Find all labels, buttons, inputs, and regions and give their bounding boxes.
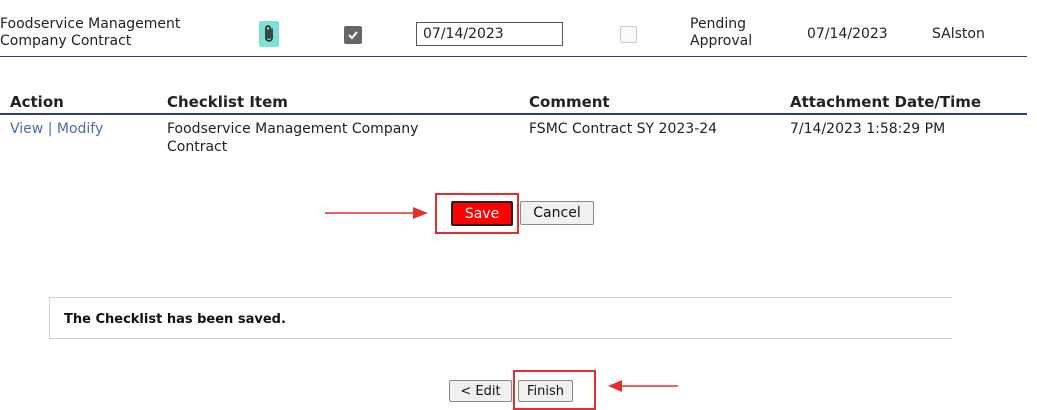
date-input[interactable]	[416, 22, 563, 46]
row-divider	[0, 56, 1027, 57]
save-button[interactable]: Save	[451, 201, 513, 226]
header-attachment-datetime: Attachment Date/Time	[790, 93, 982, 111]
edit-button[interactable]: < Edit	[449, 380, 512, 402]
annotation-arrow-finish	[608, 380, 678, 392]
action-separator: |	[47, 121, 53, 137]
annotation-box-finish	[513, 370, 596, 410]
paperclip-icon[interactable]	[259, 21, 279, 47]
header-comment: Comment	[529, 93, 610, 111]
status-text: Pending Approval	[690, 16, 753, 49]
table-row-actions: View | Modify	[10, 120, 103, 138]
saved-message: The Checklist has been saved.	[64, 312, 286, 327]
user-name: SAlston	[932, 26, 985, 42]
checklist-item-name: Foodservice Management Company Contract	[0, 16, 181, 49]
header-checklist-item: Checklist Item	[167, 93, 288, 111]
table-header-divider	[0, 113, 1027, 115]
approval-checkbox[interactable]	[620, 26, 637, 43]
complete-checkbox[interactable]	[344, 26, 362, 44]
annotation-arrow-save	[325, 207, 428, 219]
cancel-button[interactable]: Cancel	[520, 201, 594, 225]
view-link[interactable]: View	[10, 121, 43, 137]
table-cell-datetime: 7/14/2023 1:58:29 PM	[790, 121, 946, 137]
table-cell-comment: FSMC Contract SY 2023-24	[529, 121, 718, 137]
status-date: 07/14/2023	[807, 26, 888, 42]
header-action: Action	[10, 93, 64, 111]
modify-link[interactable]: Modify	[57, 121, 103, 137]
table-cell-item: Foodservice Management Company Contract	[167, 121, 419, 155]
